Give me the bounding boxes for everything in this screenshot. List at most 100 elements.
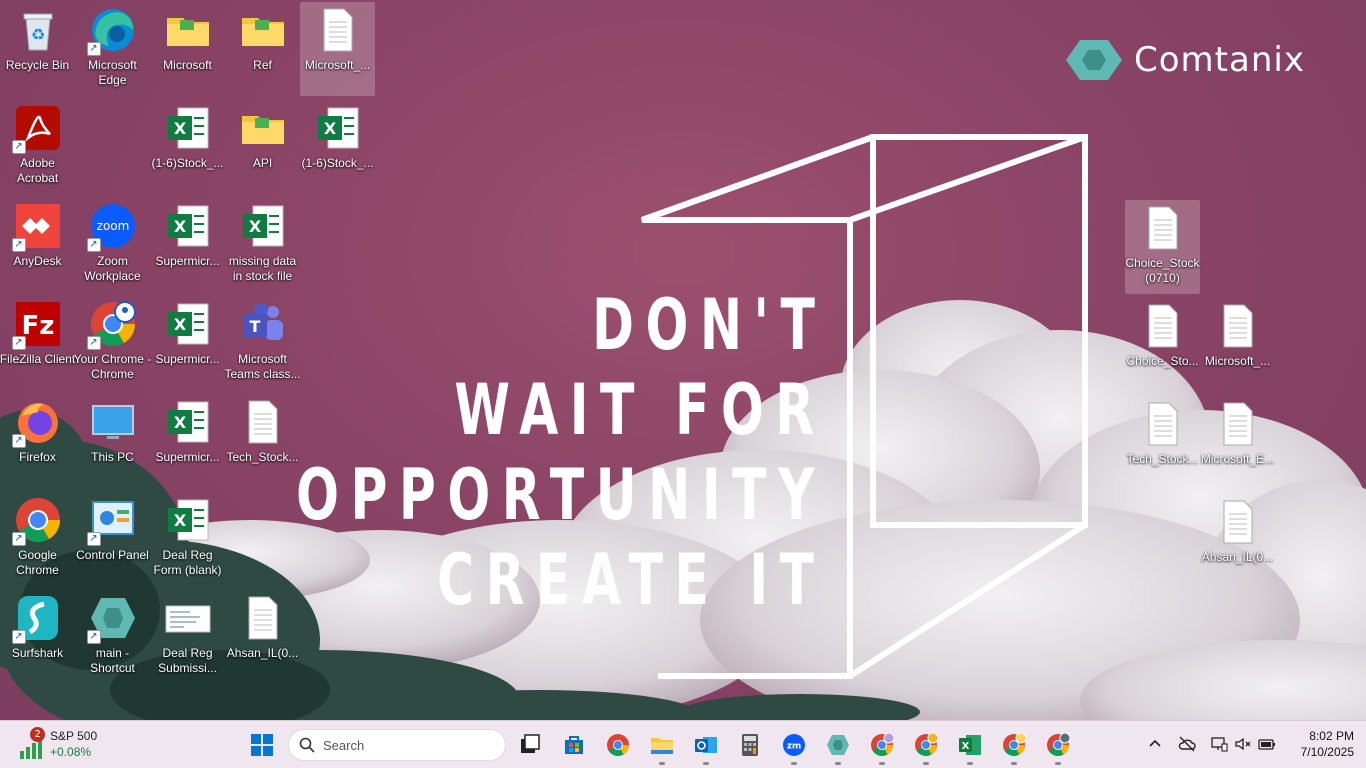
running-indicator (791, 762, 797, 765)
running-indicator (835, 762, 841, 765)
taskbar-chrome-profile-2[interactable] (910, 729, 942, 765)
taskbar-chrome-profile-1[interactable] (866, 729, 898, 765)
taskbar-store[interactable] (558, 729, 590, 761)
image-file-icon (165, 605, 210, 633)
desktop-icon-stock-excel-1[interactable]: X (1-6)Stock_... (150, 100, 225, 194)
desktop-icon-missing-data[interactable]: X missing data in stock file (225, 198, 300, 292)
chrome-profile-icon (871, 733, 894, 756)
desktop-icon-firefox[interactable]: ↗ Firefox (0, 394, 75, 488)
desktop-icon-teams[interactable]: T Microsoft Teams class... (224, 296, 301, 390)
quote-line-4: CREATE IT (437, 539, 826, 621)
clock[interactable]: 8:02 PM 7/10/2025 (1286, 728, 1354, 760)
clock-time: 8:02 PM (1309, 729, 1354, 743)
desktop-icon-deal-reg-submission[interactable]: Deal Reg Submissi... (150, 590, 225, 684)
comtanix-logo-icon (1066, 40, 1122, 80)
desktop-icon-microsoft-e[interactable]: Microsoft_E... (1200, 396, 1275, 490)
desktop-icon-folder-ref[interactable]: Ref (225, 2, 300, 96)
desktop-icon-google-chrome[interactable]: ↗ Google Chrome (0, 492, 75, 586)
tray-onedrive[interactable] (1176, 733, 1198, 755)
desktop-icon-stock-excel-2[interactable]: X (1-6)Stock_... (300, 100, 375, 194)
svg-text:X: X (173, 119, 186, 138)
outlook-icon (695, 737, 717, 753)
taskbar-chrome-profile-3[interactable] (998, 729, 1030, 765)
document-icon (1148, 206, 1177, 250)
shortcut-arrow-icon: ↗ (86, 238, 101, 252)
zoom-icon: zm (783, 734, 805, 756)
shortcut-arrow-icon: ↗ (86, 532, 101, 546)
desktop-icon-folder-api[interactable]: API (225, 100, 300, 194)
desktop-icon-anydesk[interactable]: ↗ AnyDesk (0, 198, 75, 292)
folder-icon (166, 18, 209, 46)
shortcut-arrow-icon: ↗ (86, 42, 101, 56)
desktop-icon-main-shortcut[interactable]: ↗ main - Shortcut (75, 590, 150, 684)
taskbar-zoom[interactable]: zm (778, 729, 810, 765)
desktop-icon-choice-stock[interactable]: Choice_Sto... (1125, 298, 1200, 392)
desktop-icon-choice-stock-0710[interactable]: Choice_Stock (0710) (1125, 200, 1200, 294)
taskbar-calculator[interactable] (734, 729, 766, 761)
document-icon (323, 8, 352, 52)
search-box[interactable]: Search (288, 729, 506, 761)
document-icon (1223, 402, 1252, 446)
battery-charging-icon (1258, 739, 1275, 750)
tray-battery[interactable] (1256, 733, 1278, 755)
svg-text:X: X (248, 217, 261, 236)
svg-text:X: X (173, 511, 186, 530)
svg-text:X: X (173, 315, 186, 334)
desktop-icon-recycle-bin[interactable]: ♻ Recycle Bin (0, 2, 75, 96)
chrome-profile-icon (1003, 733, 1026, 756)
search-icon (299, 737, 315, 753)
taskbar-outlook[interactable] (690, 729, 722, 765)
desktop-icon-microsoft-edge[interactable]: ↗ Microsoft Edge (75, 2, 150, 96)
folder-icon (241, 116, 284, 144)
search-placeholder: Search (323, 737, 365, 753)
document-icon (1148, 402, 1177, 446)
excel-icon: X (167, 107, 208, 149)
desktop-icon-this-pc[interactable]: This PC (75, 394, 150, 488)
taskbar-comtanix[interactable] (822, 729, 854, 765)
excel-icon: X (167, 303, 208, 345)
taskbar-chrome-profile-4[interactable] (1042, 729, 1074, 765)
desktop-icon-ahsan-1[interactable]: Ahsan_IL(0... (225, 590, 300, 684)
desktop-icon-zoom-workplace[interactable]: zoom ↗ Zoom Workplace (75, 198, 150, 292)
windows-logo-icon (251, 734, 273, 756)
quote-line-2: WAIT FOR (454, 369, 826, 451)
running-indicator (1011, 762, 1017, 765)
desktop-icon-surfshark[interactable]: ↗ Surfshark (0, 590, 75, 684)
desktop-icon-control-panel[interactable]: ↗ Control Panel (75, 492, 150, 586)
document-icon (248, 596, 277, 640)
shortcut-arrow-icon: ↗ (11, 238, 26, 252)
running-indicator (967, 762, 973, 765)
svg-text:X: X (173, 413, 186, 432)
svg-text:X: X (962, 741, 970, 752)
desktop-icon-adobe-acrobat[interactable]: ↗ Adobe Acrobat (0, 100, 75, 194)
stock-widget[interactable]: 2 S&P 500 +0.08% (14, 727, 124, 763)
taskbar-file-explorer[interactable] (646, 729, 678, 765)
desktop-icon-deal-reg-form[interactable]: X Deal Reg Form (blank) (150, 492, 225, 586)
desktop-icon-tech-stock-2[interactable]: Tech_Stock... (1125, 396, 1200, 490)
start-button[interactable] (246, 729, 278, 761)
svg-text:zoom: zoom (96, 219, 129, 233)
monitor-icon (91, 405, 134, 439)
desktop-icon-supermicro-1[interactable]: X Supermicr... (150, 198, 225, 292)
desktop-icon-filezilla[interactable]: Fz ↗ FileZilla Client (0, 296, 75, 390)
tray-network[interactable] (1208, 733, 1230, 755)
desktop-icon-tech-stock-1[interactable]: Tech_Stock... (225, 394, 300, 488)
desktop-icon-ahsan-2[interactable]: Ahsan_IL(0... (1200, 494, 1275, 588)
widget-change: +0.08% (50, 745, 92, 759)
desktop-icon-microsoft-doc-2[interactable]: Microsoft_... (1200, 298, 1275, 392)
tray-overflow-button[interactable] (1144, 733, 1166, 755)
desktop-icon-microsoft-doc-1[interactable]: Microsoft_... (300, 2, 375, 96)
widget-title: S&P 500 (50, 729, 98, 743)
svg-text:X: X (323, 119, 336, 138)
desktop-icon-folder-microsoft[interactable]: Microsoft (150, 2, 225, 96)
desktop-icon-your-chrome[interactable]: ↗ Your Chrome - Chrome (74, 296, 151, 390)
comtanix-icon (827, 735, 849, 755)
document-icon (1223, 304, 1252, 348)
running-indicator (703, 762, 709, 765)
taskbar-excel[interactable]: X (954, 729, 986, 765)
taskbar-chrome[interactable] (602, 729, 634, 761)
tray-volume[interactable] (1232, 733, 1254, 755)
desktop-icon-supermicro-2[interactable]: X Supermicr... (150, 296, 225, 390)
desktop-icon-supermicro-3[interactable]: X Supermicr... (150, 394, 225, 488)
taskbar-task-view[interactable] (514, 729, 546, 761)
